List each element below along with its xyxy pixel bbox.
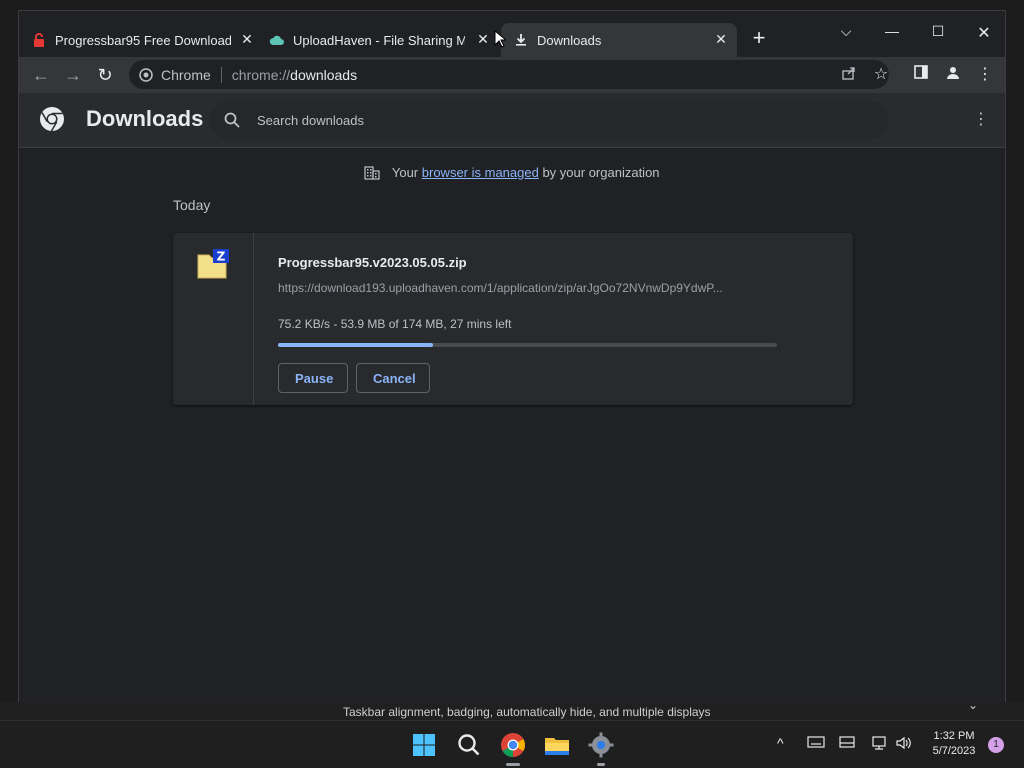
search-icon[interactable] [455, 731, 483, 759]
chrome-icon [139, 67, 153, 82]
clock-time: 1:32 PM [933, 730, 975, 742]
chrome-active-indicator [506, 763, 520, 766]
chrome-site-chip[interactable]: Chrome [139, 67, 211, 83]
download-progress-fill [278, 343, 433, 347]
search-input[interactable] [255, 111, 859, 129]
profile-icon[interactable] [943, 65, 963, 85]
card-divider [253, 233, 254, 405]
notification-badge[interactable]: 1 [988, 737, 1004, 753]
pause-button[interactable]: Pause [278, 363, 348, 393]
page-title: Downloads [86, 106, 204, 131]
building-icon [364, 166, 381, 180]
browser-window: Progressbar95 Free Download (v ✕ UploadH… [18, 10, 1006, 703]
back-button[interactable]: ← [31, 65, 51, 85]
red-lock-icon [31, 32, 47, 48]
tab-title: Downloads [537, 32, 602, 48]
side-panel-icon[interactable] [911, 65, 931, 85]
site-label: Chrome [161, 66, 211, 83]
chevron-up-icon[interactable]: ^ [777, 735, 784, 751]
tab-search-chevron-icon[interactable]: ⌵ [831, 23, 861, 47]
tab-downloads[interactable]: Downloads ✕ [501, 23, 737, 57]
clock-date: 5/7/2023 [932, 745, 976, 757]
downloads-menu-icon[interactable]: ⋮ [973, 111, 989, 129]
forward-button[interactable]: → [63, 65, 83, 85]
share-icon[interactable] [839, 65, 859, 85]
keyboard-icon[interactable] [807, 735, 825, 749]
downloads-page: Downloads ⋮ Your browser is managed by y… [19, 93, 1005, 703]
tab-uploadhaven[interactable]: UploadHaven - File Sharing Mad ✕ [269, 23, 499, 57]
settings-hint-text: Taskbar alignment, badging, automaticall… [343, 705, 711, 719]
browser-menu-icon[interactable]: ⋮ [975, 65, 995, 85]
download-progress-bar [278, 343, 777, 347]
browser-toolbar: ← → ↻ Chrome chrome://downloads ☆ ⋮ [19, 57, 1005, 93]
managed-suffix: by your organization [542, 165, 660, 180]
chevron-down-icon[interactable]: ⌄ [968, 698, 978, 712]
network-icon[interactable] [871, 735, 889, 751]
tab-progressbar95[interactable]: Progressbar95 Free Download (v ✕ [31, 23, 263, 57]
download-status-text: 75.2 KB/s - 53.9 MB of 174 MB, 27 mins l… [278, 317, 512, 331]
tab-close-icon[interactable]: ✕ [475, 31, 491, 47]
close-window-button[interactable]: ✕ [969, 23, 999, 47]
file-name[interactable]: Progressbar95.v2023.05.05.zip [278, 255, 467, 270]
maximize-button[interactable]: ☐ [923, 23, 953, 47]
tablet-mode-icon[interactable] [838, 735, 856, 749]
windows-start-icon[interactable] [410, 731, 438, 759]
tab-close-icon[interactable]: ✕ [239, 31, 255, 47]
cloud-icon [269, 32, 285, 48]
download-icon [513, 32, 529, 48]
chrome-taskbar-icon[interactable] [499, 731, 527, 759]
zip-file-icon: Z [197, 249, 229, 279]
download-item-card: Z Progressbar95.v2023.05.05.zip https://… [173, 233, 853, 405]
new-tab-button[interactable]: + [747, 27, 771, 51]
managed-notice: Your browser is managed by your organiza… [19, 165, 1005, 180]
tab-strip: Progressbar95 Free Download (v ✕ UploadH… [19, 11, 1005, 57]
file-url[interactable]: https://download193.uploadhaven.com/1/ap… [278, 281, 778, 295]
address-bar[interactable]: Chrome chrome://downloads [129, 60, 889, 89]
settings-gear-icon[interactable] [587, 731, 615, 759]
tab-title: UploadHaven - File Sharing Mad [293, 32, 465, 48]
url-host: downloads [290, 66, 358, 83]
cancel-button[interactable]: Cancel [356, 363, 430, 393]
url-scheme: chrome:// [231, 66, 291, 83]
file-explorer-icon[interactable] [543, 731, 571, 759]
bookmark-star-icon[interactable]: ☆ [871, 65, 891, 85]
settings-active-indicator [597, 763, 605, 766]
omnibox-divider [220, 66, 222, 83]
svg-text:Z: Z [217, 250, 226, 264]
browser-managed-link[interactable]: browser is managed [422, 165, 539, 180]
tab-close-icon[interactable]: ✕ [713, 31, 729, 47]
managed-prefix: Your [391, 165, 419, 180]
chrome-logo-icon [40, 107, 64, 132]
mouse-cursor-icon [494, 30, 506, 48]
search-downloads-box[interactable] [209, 101, 889, 139]
downloads-header: Downloads ⋮ [19, 93, 1005, 148]
tab-title: Progressbar95 Free Download (v [55, 32, 231, 48]
system-clock[interactable]: 1:32 PM 5/7/2023 [926, 729, 982, 759]
date-section-label: Today [173, 197, 211, 213]
minimize-button[interactable]: — [877, 23, 907, 47]
volume-icon[interactable] [895, 735, 913, 751]
search-icon [224, 112, 240, 128]
reload-button[interactable]: ↻ [95, 65, 115, 85]
taskbar: ^ 1:32 PM 5/7/2023 1 [0, 720, 1024, 768]
